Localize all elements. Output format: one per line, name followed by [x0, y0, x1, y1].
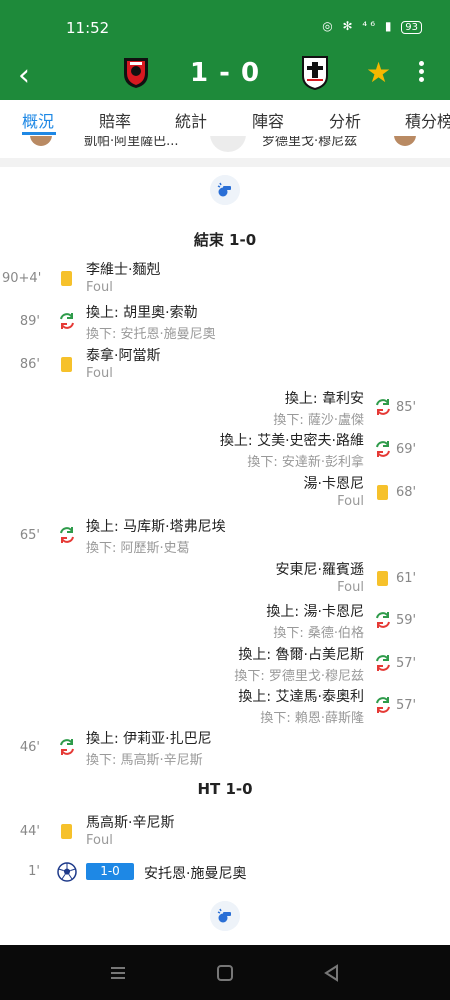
- substitution-icon: [376, 612, 390, 628]
- sub-out-player: 換下: 安達新·彭利拿: [247, 455, 364, 470]
- tab-standings[interactable]: 積分榜: [405, 108, 450, 132]
- prev-right-label: 罗德里戈·穆尼兹: [262, 136, 358, 149]
- sub-out-player: 換下: 阿歷斯·史葛: [86, 541, 190, 556]
- player-name[interactable]: 馬高斯·辛尼斯: [86, 812, 174, 832]
- prev-left-label: 凱帕·阿里薩巴...: [84, 136, 179, 149]
- favorite-star-icon[interactable]: ★: [366, 56, 391, 89]
- status-bar: 11:52 ◎ ✻ ⁴⁶ ▮ 93: [0, 0, 450, 52]
- fulham-crest-icon[interactable]: [297, 54, 333, 90]
- event-minute: 86': [19, 357, 40, 372]
- active-tab-indicator: [22, 132, 56, 135]
- event-timeline-card: 結束 1-0 90+4' 李維士·麵剋 Foul 89' 換上: 胡里奧·索勒 …: [0, 167, 450, 945]
- event-minute: 89': [19, 314, 40, 329]
- divider-circle: [210, 136, 246, 152]
- goal-scorer[interactable]: 安托恩·施曼尼奧: [144, 863, 246, 883]
- event-detail: Foul: [86, 366, 113, 381]
- full-time-label: 結束 1-0: [193, 231, 257, 249]
- status-icons: ◎ ✻ ⁴⁶ ▮ 93: [322, 19, 422, 34]
- event-minute: 68': [396, 485, 417, 500]
- event-minute: 61': [396, 571, 417, 586]
- player-avatar: [394, 136, 416, 146]
- system-nav-bar: [0, 945, 450, 1000]
- substitution-icon: [60, 527, 74, 543]
- bournemouth-crest-icon[interactable]: [118, 54, 154, 90]
- yellow-card-icon: [61, 824, 72, 839]
- substitution-icon: [376, 655, 390, 671]
- substitution-icon: [376, 697, 390, 713]
- substitution-icon: [60, 739, 74, 755]
- yellow-card-icon: [377, 571, 388, 586]
- sub-in-player[interactable]: 換上: 伊莉亚·扎巴尼: [86, 728, 212, 748]
- status-time: 11:52: [66, 19, 110, 37]
- event-minute: 90+4': [2, 271, 42, 286]
- back-nav-icon[interactable]: [320, 961, 344, 985]
- sub-in-player[interactable]: 換上: 湯·卡恩尼: [266, 601, 364, 621]
- tab-lineup[interactable]: 陣容: [252, 108, 284, 132]
- event-minute: 46': [19, 740, 40, 755]
- sub-out-player: 換下: 桑德·伯格: [273, 626, 364, 641]
- event-minute: 57': [396, 656, 417, 671]
- more-menu-icon[interactable]: [414, 58, 428, 86]
- tab-overview[interactable]: 概況: [22, 108, 54, 132]
- event-minute: 1': [28, 864, 40, 879]
- substitution-icon: [376, 441, 390, 457]
- sub-out-player: 換下: 薩沙·盧傑: [273, 413, 364, 428]
- sub-out-player: 換下: 賴恩·薛斯隆: [260, 711, 364, 726]
- event-minute: 57': [396, 698, 417, 713]
- player-name[interactable]: 安東尼·羅賓遜: [276, 559, 364, 579]
- player-name[interactable]: 李維士·麵剋: [86, 259, 160, 279]
- event-minute: 69': [396, 442, 417, 457]
- event-minute: 85': [396, 400, 417, 415]
- event-detail: Foul: [86, 280, 113, 295]
- sub-out-player: 換下: 罗德里戈·穆尼兹: [234, 669, 364, 684]
- home-icon[interactable]: [213, 961, 237, 985]
- tab-odds[interactable]: 賠率: [99, 108, 131, 132]
- whistle-icon: [210, 901, 240, 931]
- yellow-card-icon: [61, 357, 72, 372]
- event-detail: Foul: [337, 580, 364, 595]
- tab-analysis[interactable]: 分析: [329, 108, 361, 132]
- player-name[interactable]: 泰拿·阿當斯: [86, 345, 160, 365]
- football-icon: [57, 862, 77, 882]
- sub-in-player[interactable]: 換上: 韋利安: [285, 388, 364, 408]
- sub-in-player[interactable]: 換上: 艾達馬·泰奧利: [238, 686, 364, 706]
- recent-apps-icon[interactable]: [106, 961, 130, 985]
- match-score: 1 - 0: [189, 58, 261, 88]
- half-time-label: HT 1-0: [197, 780, 253, 798]
- goal-score-badge: 1-0: [86, 863, 134, 880]
- player-name[interactable]: 湯·卡恩尼: [304, 473, 364, 493]
- tab-stats[interactable]: 統計: [175, 108, 207, 132]
- sub-in-player[interactable]: 換上: 胡里奧·索勒: [86, 302, 198, 322]
- event-minute: 44': [19, 824, 40, 839]
- back-button[interactable]: ‹: [12, 58, 36, 93]
- event-minute: 59': [396, 613, 417, 628]
- sub-out-player: 換下: 馬高斯·辛尼斯: [86, 753, 203, 768]
- tab-bar: 概況 賠率 統計 陣容 分析 積分榜: [0, 100, 450, 137]
- sub-out-player: 換下: 安托恩·施曼尼奧: [86, 327, 216, 342]
- sub-in-player[interactable]: 換上: 马库斯·塔弗尼埃: [86, 516, 226, 536]
- event-minute: 65': [19, 528, 40, 543]
- sub-in-player[interactable]: 換上: 魯爾·占美尼斯: [238, 644, 364, 664]
- yellow-card-icon: [61, 271, 72, 286]
- battery-icon: 93: [401, 21, 422, 34]
- lineup-preview-card: 凱帕·阿里薩巴... 罗德里戈·穆尼兹: [0, 136, 450, 158]
- whistle-icon: [210, 175, 240, 205]
- event-detail: Foul: [86, 833, 113, 848]
- substitution-icon: [376, 399, 390, 415]
- match-header: ‹ 1 - 0 ★: [0, 52, 450, 100]
- event-detail: Foul: [337, 494, 364, 509]
- player-avatar: [30, 136, 52, 146]
- status-indicators: ◎ ✻ ⁴⁶ ▮: [322, 19, 395, 33]
- substitution-icon: [60, 313, 74, 329]
- yellow-card-icon: [377, 485, 388, 500]
- sub-in-player[interactable]: 換上: 艾美·史密夫·路維: [220, 430, 364, 450]
